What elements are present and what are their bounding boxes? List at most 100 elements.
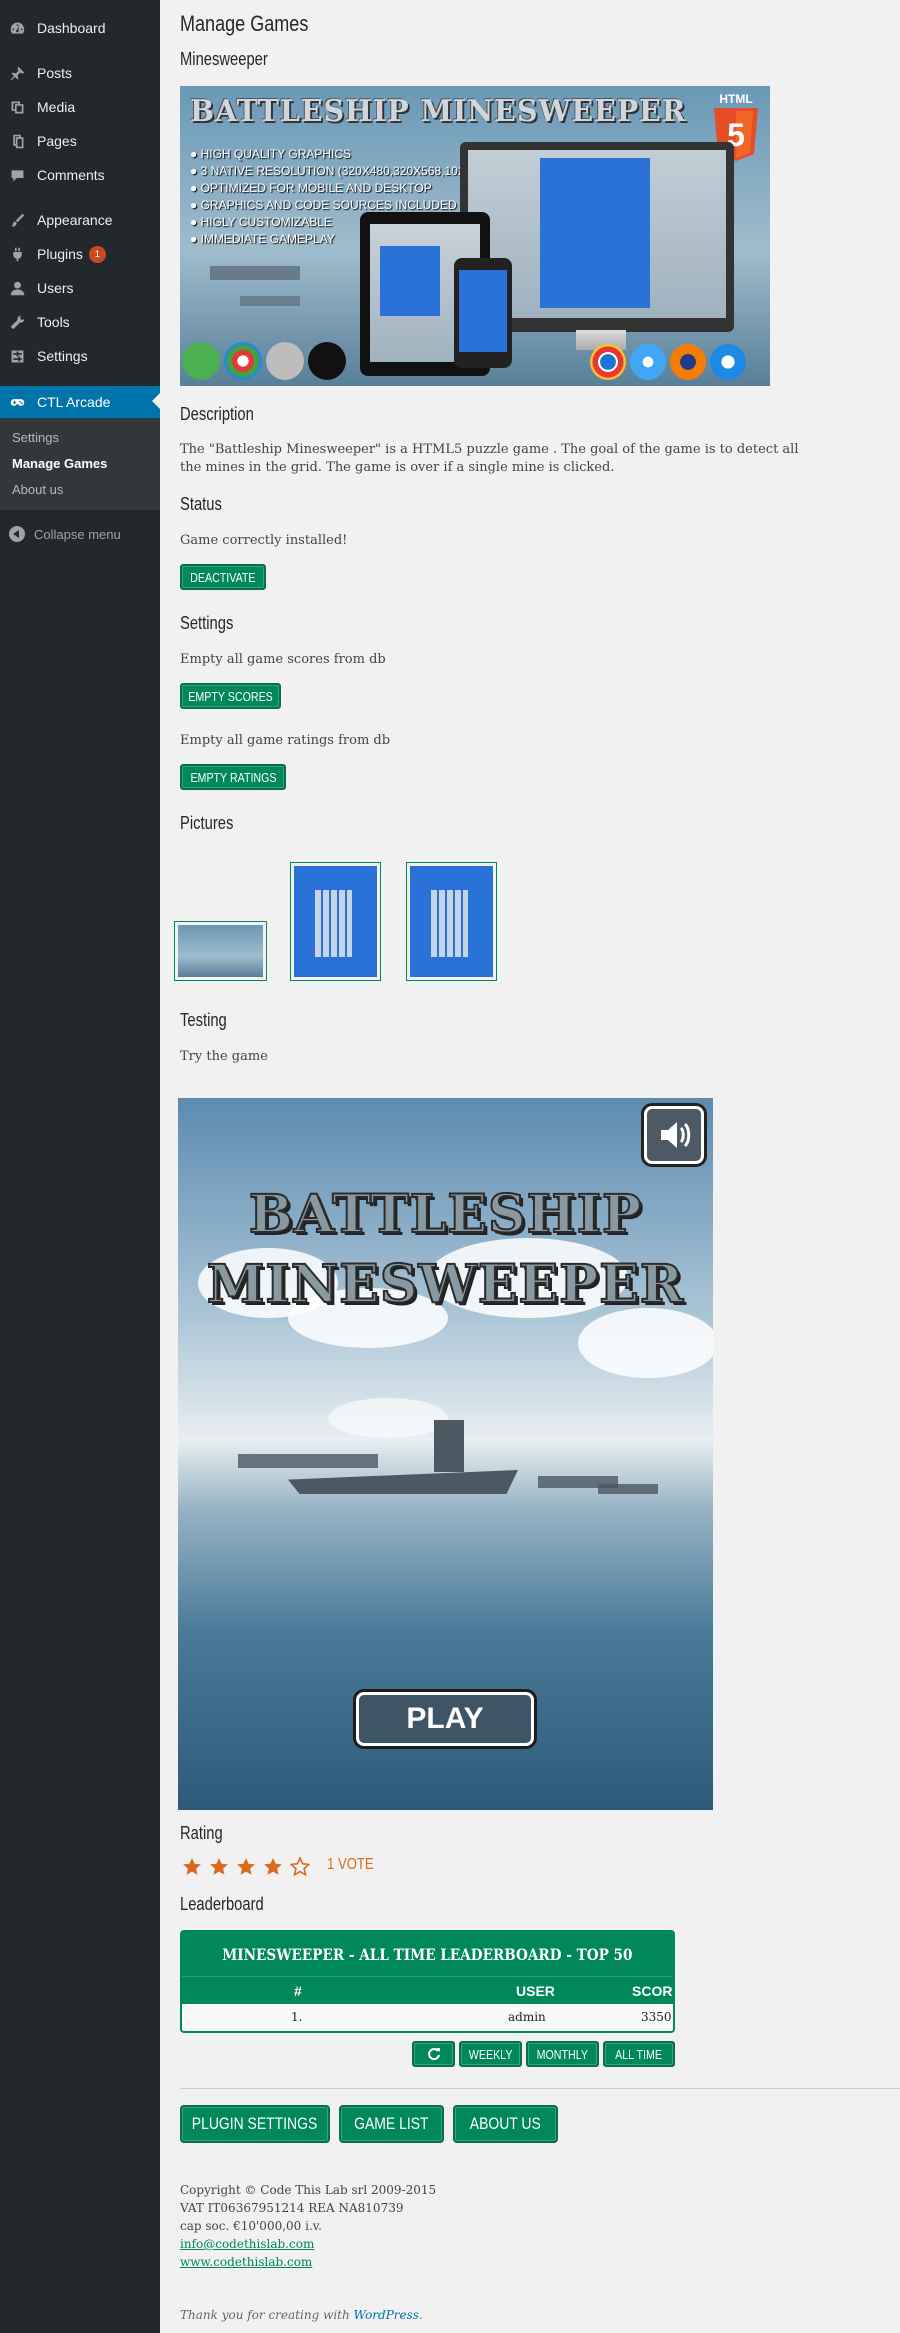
picture-thumbnail[interactable] [406,862,497,981]
admin-sidebar: Dashboard Posts Media Pages Comments App… [0,0,160,2333]
banner-feature: ● HIGH QUALITY GRAPHICS [190,147,352,161]
html5-label: HTML [719,92,752,106]
game-list-button[interactable]: GAME LIST [339,2105,444,2143]
banner-feature: ● OPTIMIZED FOR MOBILE AND DESKTOP [190,181,432,195]
copyright-text: Copyright © Code This Lab srl 2009-2015 [180,2183,437,2197]
sound-toggle-button[interactable] [644,1106,704,1164]
play-button[interactable]: PLAY [356,1692,534,1746]
refresh-icon [427,2048,440,2061]
status-text: Game correctly installed! [180,533,348,548]
dashboard-icon [7,18,27,38]
star-empty-icon[interactable] [290,1857,310,1877]
plugin-update-badge: 1 [88,245,106,263]
sidebar-item-posts[interactable]: Posts [0,58,160,88]
sidebar-item-tools[interactable]: Tools [0,307,160,337]
column-rank: # [294,1983,302,1999]
monthly-button[interactable]: MONTHLY [526,2041,599,2067]
email-link[interactable]: info@codethislab.com [180,2237,314,2251]
row-user: admin [508,2010,546,2024]
warship [238,1454,378,1468]
sidebar-item-users[interactable]: Users [0,273,160,303]
empty-scores-text: Empty all game scores from db [180,652,386,667]
phone-mockup [454,258,512,368]
column-user: USER [516,1983,555,1999]
empty-ratings-text: Empty all game ratings from db [180,733,391,748]
leaderboard-heading: Leaderboard [180,1894,264,1914]
sidebar-item-settings[interactable]: Settings [0,341,160,371]
plugin-icon [7,244,27,264]
submenu-item-about-us[interactable]: About us [12,482,63,497]
settings-icon [7,346,27,366]
wordpress-link[interactable]: WordPress [354,2308,419,2322]
leaderboard-title: MINESWEEPER - ALL TIME LEADERBOARD - TOP… [182,1932,673,1976]
user-icon [7,278,27,298]
sidebar-item-pages[interactable]: Pages [0,126,160,156]
picture-thumbnail[interactable] [174,921,267,981]
star-filled-icon[interactable] [236,1857,256,1877]
empty-ratings-button[interactable]: EMPTY RATINGS [180,764,286,790]
gamepad-icon [7,392,27,412]
game-banner-image: BATTLESHIP MINESWEEPER ● HIGH QUALITY GR… [180,86,770,386]
media-icon [7,97,27,117]
all-time-button[interactable]: ALL TIME [603,2041,675,2067]
star-filled-icon[interactable] [263,1857,283,1877]
sidebar-item-ctl-arcade[interactable]: CTL Arcade [0,386,160,418]
wrench-icon [7,312,27,332]
banner-title: BATTLESHIP MINESWEEPER [190,94,687,129]
description-heading: Description [180,404,254,424]
banner-feature: ● 3 NATIVE RESOLUTION (320X480,320X568,1… [190,164,504,178]
testing-text: Try the game [180,1049,268,1064]
firefox-icon [670,344,706,380]
sidebar-item-dashboard[interactable]: Dashboard [0,13,160,43]
row-rank: 1. [291,2010,303,2024]
game-iframe[interactable]: BATTLESHIP MINESWEEPER PLAY [178,1098,713,1810]
sidebar-item-media[interactable]: Media [0,92,160,122]
submenu-item-manage-games[interactable]: Manage Games [12,456,107,471]
table-row: 1. admin 3350 [182,2004,673,2031]
about-us-button[interactable]: ABOUT US [453,2105,558,2143]
banner-ship [240,296,300,306]
refresh-leaderboard-button[interactable] [412,2041,455,2067]
apple-icon [266,342,304,380]
sidebar-item-comments[interactable]: Comments [0,160,160,190]
sidebar-item-appearance[interactable]: Appearance [0,205,160,235]
row-score: 3350 [641,2010,672,2024]
star-filled-icon[interactable] [209,1857,229,1877]
main-content: Manage Games Minesweeper BATTLESHIP MINE… [174,0,900,2333]
description-text: The "Battleship Minesweeper" is a HTML5 … [180,442,799,475]
internet-explorer-icon [710,344,746,380]
vote-count: 1 VOTE [327,1856,374,1873]
status-heading: Status [180,494,222,514]
pictures-heading: Pictures [180,813,234,833]
leaderboard-table: MINESWEEPER - ALL TIME LEADERBOARD - TOP… [180,1930,675,2033]
empty-scores-button[interactable]: EMPTY SCORES [180,683,281,709]
warship [598,1484,658,1494]
website-link[interactable]: www.codethislab.com [180,2255,312,2269]
leaderboard-columns: # USER SCORE [182,1976,673,2004]
page-title: Manage Games [180,11,309,36]
testing-heading: Testing [180,1010,227,1030]
deactivate-button[interactable]: DEACTIVATE [180,564,266,590]
pages-icon [7,131,27,151]
collapse-menu-button[interactable]: Collapse menu [0,524,121,544]
android-icon [182,342,220,380]
submenu-item-settings[interactable]: Settings [12,430,59,445]
wordpress-credit: Thank you for creating with WordPress. [180,2308,423,2322]
warship-tower [434,1420,464,1472]
game-title-line1: BATTLESHIP [248,1183,643,1246]
pushpin-icon [7,63,27,83]
capital-text: cap soc. €10'000,00 i.v. [180,2219,322,2233]
picture-thumbnail[interactable] [290,862,381,981]
current-menu-arrow [152,393,160,409]
warship [288,1470,518,1494]
sidebar-item-plugins[interactable]: Plugins 1 [0,239,160,269]
weekly-button[interactable]: WEEKLY [459,2041,522,2067]
rating-heading: Rating [180,1823,223,1843]
comment-icon [7,165,27,185]
blackberry-icon [308,342,346,380]
star-filled-icon[interactable] [182,1857,202,1877]
divider [180,2088,900,2089]
safari-icon [630,344,666,380]
speaker-icon [661,1122,691,1148]
plugin-settings-button[interactable]: PLUGIN SETTINGS [180,2105,330,2143]
